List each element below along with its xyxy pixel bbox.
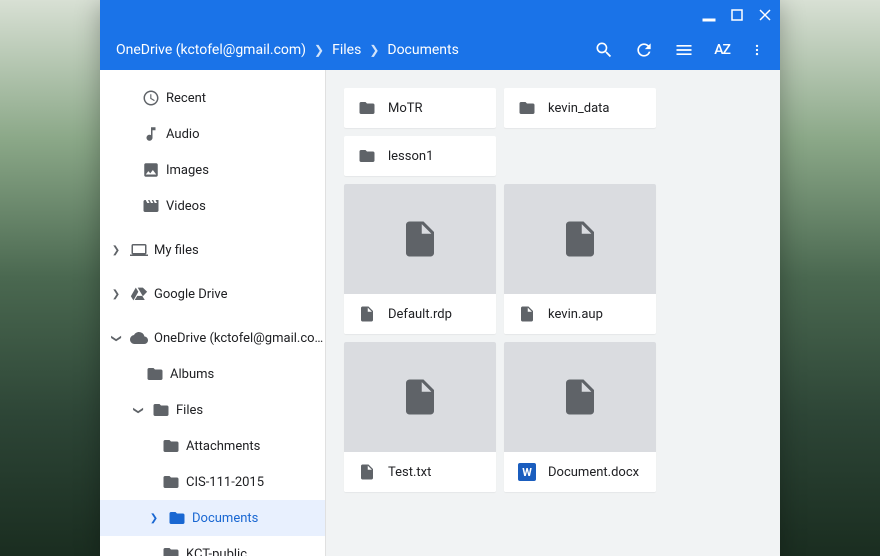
folder-label: lesson1	[388, 149, 433, 164]
folder-icon	[146, 365, 164, 383]
sidebar-item-recent[interactable]: Recent	[100, 80, 325, 116]
sidebar-item-documents[interactable]: ❯ Documents	[100, 500, 325, 536]
file-caption: kevin.aup	[504, 294, 656, 334]
file-label: kevin.aup	[548, 307, 603, 322]
audio-icon	[142, 125, 160, 143]
folder-icon	[358, 147, 376, 165]
sidebar-item-label: Videos	[166, 199, 325, 214]
close-button[interactable]	[758, 8, 772, 22]
sidebar-item-label: Files	[176, 403, 325, 418]
file-thumbnail	[504, 342, 656, 452]
view-list-icon[interactable]	[674, 40, 694, 60]
folder-icon	[162, 545, 180, 556]
sidebar-item-label: Images	[166, 163, 325, 178]
file-document-docx[interactable]: W Document.docx	[504, 342, 656, 492]
sidebar-item-label: My files	[154, 243, 325, 258]
main-content: MoTR kevin_data lesson1	[326, 70, 780, 556]
sidebar-item-label: CIS-111-2015	[186, 475, 325, 490]
file-test-txt[interactable]: Test.txt	[344, 342, 496, 492]
sidebar-item-label: Google Drive	[154, 287, 325, 302]
file-default-rdp[interactable]: Default.rdp	[344, 184, 496, 334]
sidebar-item-gdrive[interactable]: ❯ Google Drive	[100, 276, 325, 312]
file-caption: Default.rdp	[344, 294, 496, 334]
more-icon[interactable]	[750, 40, 764, 60]
sidebar-item-audio[interactable]: Audio	[100, 116, 325, 152]
file-grid: Default.rdp kevin.aup	[344, 184, 780, 492]
folder-icon	[162, 473, 180, 491]
chevron-down-icon[interactable]: ❯	[111, 330, 122, 346]
body: Recent Audio Images Videos ❯ My files ❯	[100, 70, 780, 556]
folder-icon	[518, 99, 536, 117]
folder-row: MoTR kevin_data	[344, 88, 780, 128]
folder-row: lesson1	[344, 136, 780, 176]
sidebar-item-kct[interactable]: KCT-public	[100, 536, 325, 556]
chevron-right-icon: ❯	[314, 43, 324, 57]
file-caption: Test.txt	[344, 452, 496, 492]
word-icon: W	[518, 463, 536, 481]
file-thumbnail	[344, 342, 496, 452]
sidebar-item-videos[interactable]: Videos	[100, 188, 325, 224]
file-label: Test.txt	[388, 465, 431, 480]
sidebar-item-onedrive[interactable]: ❯ OneDrive (kctofel@gmail.com)	[100, 320, 325, 356]
folder-icon	[152, 401, 170, 419]
sidebar-item-label: Documents	[192, 511, 325, 526]
file-thumbnail	[344, 184, 496, 294]
refresh-icon[interactable]	[634, 40, 654, 60]
sidebar-item-attachments[interactable]: Attachments	[100, 428, 325, 464]
toolbar-actions: AZ	[594, 40, 764, 60]
breadcrumb: OneDrive (kctofel@gmail.com) ❯ Files ❯ D…	[116, 42, 594, 58]
chevron-down-icon[interactable]: ❯	[133, 402, 144, 418]
chevron-right-icon[interactable]: ❯	[146, 513, 162, 524]
sidebar-item-label: OneDrive (kctofel@gmail.com)	[154, 331, 325, 346]
crumb-root[interactable]: OneDrive (kctofel@gmail.com)	[116, 42, 306, 58]
sidebar-item-label: Recent	[166, 91, 325, 106]
sidebar-item-files[interactable]: ❯ Files	[100, 392, 325, 428]
file-caption: W Document.docx	[504, 452, 656, 492]
file-label: Default.rdp	[388, 307, 452, 322]
folder-label: kevin_data	[548, 101, 610, 116]
window-titlebar	[100, 0, 780, 30]
crumb-files[interactable]: Files	[332, 42, 361, 58]
chevron-right-icon[interactable]: ❯	[108, 245, 124, 256]
file-icon	[358, 305, 376, 323]
sidebar-item-label: Albums	[170, 367, 325, 382]
folder-icon	[168, 509, 186, 527]
computer-icon	[130, 241, 148, 259]
folder-icon	[162, 437, 180, 455]
file-thumbnail	[504, 184, 656, 294]
folder-lesson1[interactable]: lesson1	[344, 136, 496, 176]
file-kevin-aup[interactable]: kevin.aup	[504, 184, 656, 334]
sidebar-item-label: KCT-public	[186, 547, 325, 556]
sidebar-item-myfiles[interactable]: ❯ My files	[100, 232, 325, 268]
folder-label: MoTR	[388, 101, 423, 116]
file-icon	[358, 463, 376, 481]
images-icon	[142, 161, 160, 179]
sidebar: Recent Audio Images Videos ❯ My files ❯	[100, 70, 326, 556]
sidebar-item-images[interactable]: Images	[100, 152, 325, 188]
sidebar-item-cis[interactable]: CIS-111-2015	[100, 464, 325, 500]
clock-icon	[142, 89, 160, 107]
chevron-right-icon: ❯	[369, 43, 379, 57]
file-label: Document.docx	[548, 465, 639, 480]
sidebar-item-label: Attachments	[186, 439, 325, 454]
folder-motr[interactable]: MoTR	[344, 88, 496, 128]
file-icon	[518, 305, 536, 323]
folder-kevin-data[interactable]: kevin_data	[504, 88, 656, 128]
chevron-right-icon[interactable]: ❯	[108, 289, 124, 300]
maximize-button[interactable]	[730, 8, 744, 22]
cloud-icon	[130, 329, 148, 347]
minimize-button[interactable]	[702, 8, 716, 22]
search-icon[interactable]	[594, 40, 614, 60]
sidebar-item-albums[interactable]: Albums	[100, 356, 325, 392]
gdrive-icon	[130, 285, 148, 303]
toolbar: OneDrive (kctofel@gmail.com) ❯ Files ❯ D…	[100, 30, 780, 70]
crumb-documents[interactable]: Documents	[387, 42, 458, 58]
videos-icon	[142, 197, 160, 215]
sort-button[interactable]: AZ	[714, 42, 730, 58]
sidebar-item-label: Audio	[166, 127, 325, 142]
files-app-window: OneDrive (kctofel@gmail.com) ❯ Files ❯ D…	[100, 0, 780, 556]
folder-icon	[358, 99, 376, 117]
